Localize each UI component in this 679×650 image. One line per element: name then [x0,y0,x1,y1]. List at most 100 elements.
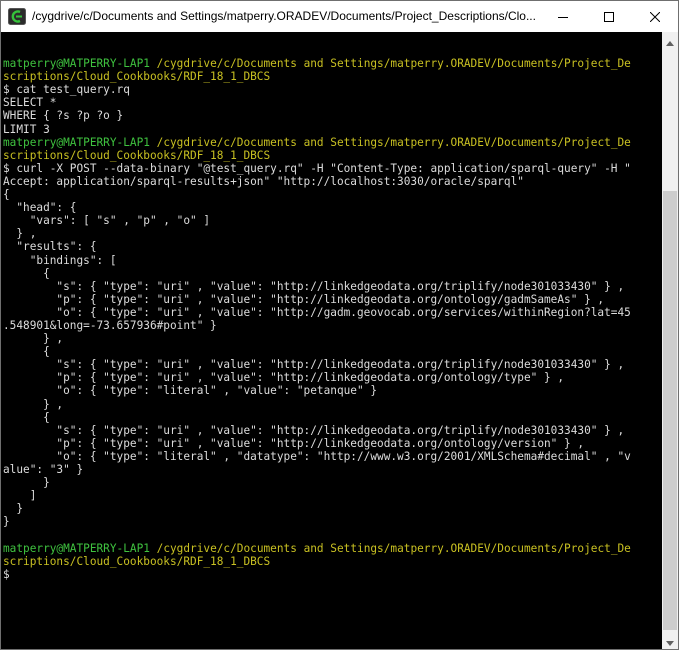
terminal-line: $ cat test_query.rq [3,83,631,96]
window-title: /cygdrive/c/Documents and Settings/matpe… [32,9,536,23]
prompt-path: scriptions/Cloud_Cookbooks/RDF_18_1_DBCS [3,554,271,568]
terminal-text-segment: } , [3,397,64,411]
cygwin-terminal-icon[interactable] [8,8,26,25]
terminal-text-segment: $ curl -X POST --data-binary "@test_quer… [3,161,631,175]
maximize-button[interactable] [586,1,632,32]
terminal-text-segment: ] [3,489,37,503]
terminal-text-segment: } , [3,227,37,241]
terminal-text-segment: "o": { "type": "literal" , "value": "pet… [3,384,378,398]
terminal-line: WHERE { ?s ?p ?o } [3,109,631,122]
scrollbar-thumb[interactable] [663,191,677,630]
terminal-line: { [3,411,631,424]
prompt-path: /cygdrive/c/Documents and Settings/matpe… [156,57,631,71]
terminal-line: } [3,502,631,515]
terminal-line: } , [3,332,631,345]
scroll-up-arrow-icon [666,31,674,50]
maximize-icon [604,11,614,22]
terminal-text-segment: alue": "3" } [3,463,84,476]
terminal-line: { [3,267,631,280]
terminal-line: scriptions/Cloud_Cookbooks/RDF_18_1_DBCS [3,70,631,83]
terminal-text-segment: $ [3,567,10,581]
terminal-line: Accept: application/sparql-results+json"… [3,175,631,188]
terminal-line: matperry@MATPERRY-LAP1 /cygdrive/c/Docum… [3,136,631,149]
terminal-line: "s": { "type": "uri" , "value": "http://… [3,280,631,293]
terminal-line: { [3,345,631,358]
close-button[interactable] [632,1,678,32]
terminal-line: "o": { "type": "literal" , "value": "pet… [3,384,631,397]
terminal-text-segment: "p": { "type": "uri" , "value": "http://… [3,436,585,450]
terminal-line: "o": { "type": "literal" , "datatype": "… [3,450,631,463]
terminal-text-segment: { [3,345,50,359]
terminal-text-segment: WHERE { ?s ?p ?o } [3,109,124,123]
scroll-down-arrow-icon [666,631,674,649]
terminal-text-segment: LIMIT 3 [3,122,50,136]
prompt-path: /cygdrive/c/Documents and Settings/matpe… [156,541,631,555]
terminal-line: $ [3,568,631,581]
prompt-user-host: matperry@MATPERRY-LAP1 [3,135,150,149]
terminal-line: scriptions/Cloud_Cookbooks/RDF_18_1_DBCS [3,555,631,568]
prompt-user-host: matperry@MATPERRY-LAP1 [3,541,150,555]
terminal-text-segment: "s": { "type": "uri" , "value": "http://… [3,358,625,372]
terminal-text-segment: "head": { [3,201,77,215]
terminal-text-segment: } , [3,332,64,346]
terminal-text-segment: "o": { "type": "literal" , "datatype": "… [3,449,631,463]
terminal-line: matperry@MATPERRY-LAP1 /cygdrive/c/Docum… [3,542,631,555]
terminal-text-segment: "p": { "type": "uri" , "value": "http://… [3,292,605,306]
terminal-text: matperry@MATPERRY-LAP1 /cygdrive/c/Docum… [3,44,631,581]
terminal-text-segment: "o": { "type": "uri" , "value": "http://… [3,305,631,319]
terminal-text-segment: "p": { "type": "uri" , "value": "http://… [3,371,565,385]
terminal-output[interactable]: matperry@MATPERRY-LAP1 /cygdrive/c/Docum… [1,32,662,649]
terminal-text-segment: } [3,515,10,529]
terminal-line: $ curl -X POST --data-binary "@test_quer… [3,162,631,175]
terminal-text-segment: "s": { "type": "uri" , "value": "http://… [3,279,625,293]
terminal-line: scriptions/Cloud_Cookbooks/RDF_18_1_DBCS [3,149,631,162]
vertical-scrollbar[interactable] [662,32,678,649]
terminal-text-segment: "vars": [ "s" , "p" , "o" ] [3,214,211,228]
prompt-path: scriptions/Cloud_Cookbooks/RDF_18_1_DBCS [3,70,271,84]
terminal-text-segment: { [3,410,50,424]
terminal-line: "head": { [3,201,631,214]
close-icon [650,11,660,22]
terminal-line: .548901&long=-73.657936#point" } [3,319,631,332]
title-bar[interactable]: /cygdrive/c/Documents and Settings/matpe… [1,1,678,32]
terminal-text-segment: "bindings": [ [3,253,117,267]
terminal-line: LIMIT 3 [3,123,631,136]
terminal-text-segment: } [3,502,24,516]
terminal-line: } [3,515,631,528]
terminal-line: } [3,476,631,489]
terminal-window: /cygdrive/c/Documents and Settings/matpe… [0,0,679,650]
terminal-line: ] [3,489,631,502]
terminal-line: alue": "3" } [3,463,631,476]
minimize-icon [558,12,568,22]
terminal-line: "results": { [3,240,631,253]
terminal-line: "p": { "type": "uri" , "value": "http://… [3,371,631,384]
prompt-path: scriptions/Cloud_Cookbooks/RDF_18_1_DBCS [3,148,271,162]
terminal-line: "s": { "type": "uri" , "value": "http://… [3,358,631,371]
terminal-text-segment: Accept: application/sparql-results+json"… [3,174,524,188]
terminal-line: SELECT * [3,96,631,109]
terminal-line: } , [3,398,631,411]
terminal-line: "s": { "type": "uri" , "value": "http://… [3,424,631,437]
terminal-text-segment: { [3,266,50,280]
terminal-line: "p": { "type": "uri" , "value": "http://… [3,437,631,450]
terminal-line: matperry@MATPERRY-LAP1 /cygdrive/c/Docum… [3,57,631,70]
scroll-down-button[interactable] [662,632,678,649]
scroll-up-button[interactable] [662,32,678,49]
terminal-line: "bindings": [ [3,254,631,267]
terminal-text-segment: "results": { [3,240,97,254]
prompt-user-host: matperry@MATPERRY-LAP1 [3,57,150,71]
terminal-text-segment: } [3,476,50,490]
terminal-text-segment: SELECT * [3,96,57,110]
minimize-button[interactable] [540,1,586,32]
terminal-line: "p": { "type": "uri" , "value": "http://… [3,293,631,306]
terminal-line: { [3,188,631,201]
prompt-path: /cygdrive/c/Documents and Settings/matpe… [156,135,631,149]
terminal-line: "vars": [ "s" , "p" , "o" ] [3,214,631,227]
terminal-text-segment: .548901&long=-73.657936#point" } [3,318,217,332]
terminal-line: "o": { "type": "uri" , "value": "http://… [3,306,631,319]
terminal-text-segment: "s": { "type": "uri" , "value": "http://… [3,423,625,437]
